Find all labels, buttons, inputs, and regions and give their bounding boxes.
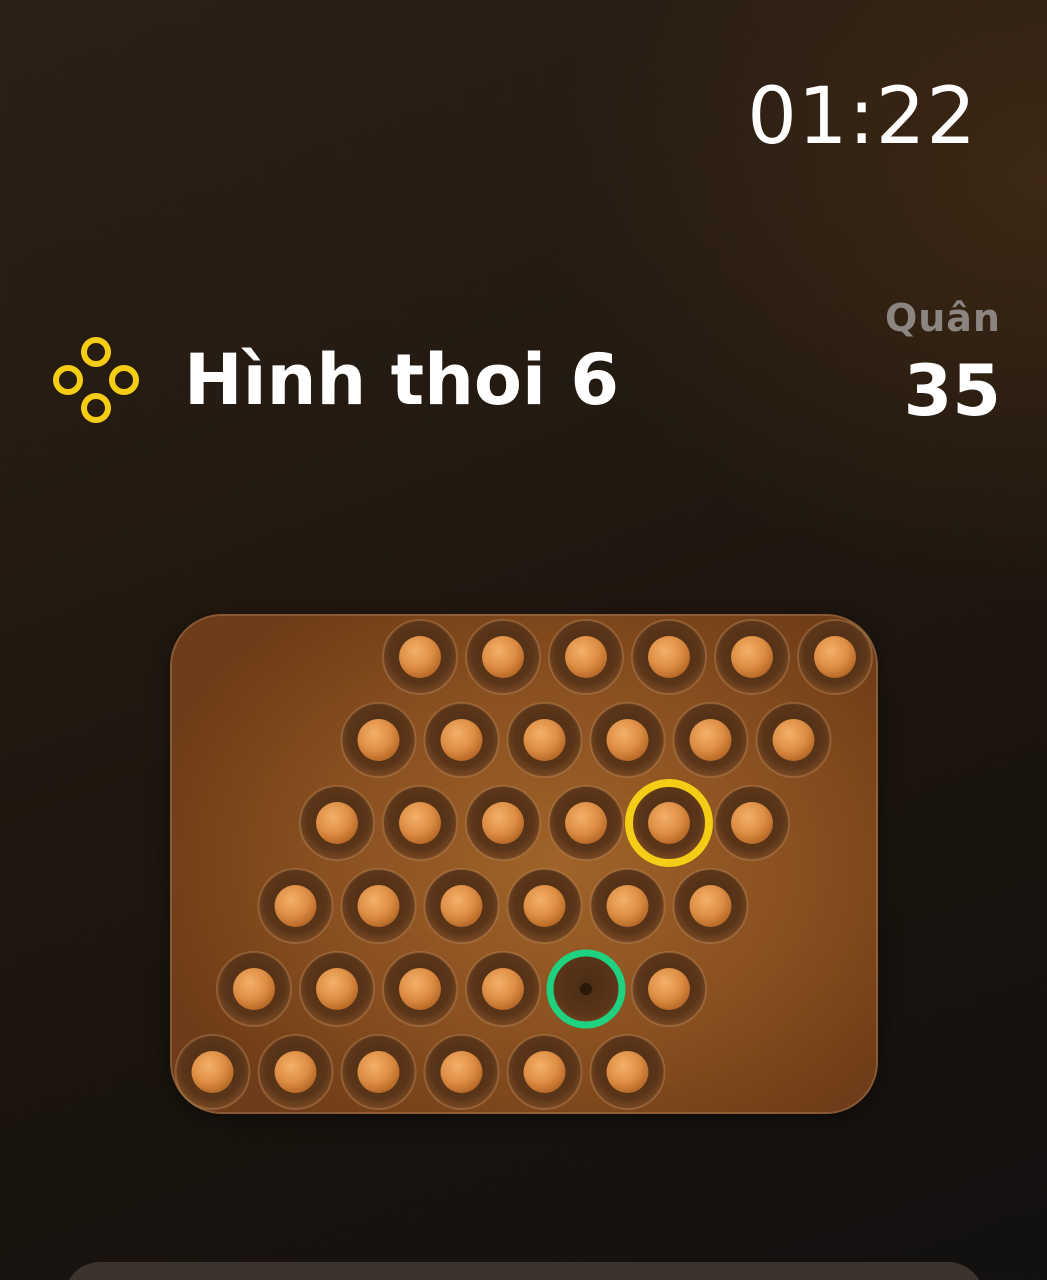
peg[interactable] [589, 702, 666, 778]
peg[interactable] [257, 1034, 334, 1110]
peg[interactable] [672, 868, 749, 944]
peg[interactable] [548, 785, 624, 861]
peg[interactable] [340, 1034, 417, 1110]
peg[interactable] [257, 868, 334, 944]
peg[interactable] [714, 785, 790, 861]
peg[interactable] [299, 785, 375, 861]
peg[interactable] [382, 951, 458, 1027]
peg[interactable] [423, 702, 500, 778]
peg[interactable] [506, 868, 583, 944]
peg[interactable] [755, 702, 832, 778]
board-grid [174, 619, 873, 1110]
peg[interactable] [465, 951, 541, 1027]
peg[interactable] [506, 702, 583, 778]
peg[interactable] [340, 702, 417, 778]
peg[interactable] [340, 868, 417, 944]
peg[interactable] [714, 619, 790, 695]
puzzle-title: Hình thoi 6 [184, 339, 620, 421]
peg[interactable] [216, 951, 292, 1027]
peg[interactable] [423, 868, 500, 944]
peg[interactable] [631, 619, 707, 695]
peg[interactable] [382, 785, 458, 861]
peg[interactable] [625, 779, 713, 867]
peg[interactable] [672, 702, 749, 778]
pieces-counter: Quân 35 [885, 296, 1001, 432]
peg[interactable] [797, 619, 873, 695]
game-board[interactable] [170, 614, 878, 1114]
pieces-count: 35 [903, 350, 1001, 432]
puzzle-header: Hình thoi 6 [48, 330, 619, 430]
pieces-label: Quân [884, 296, 1001, 340]
peg[interactable] [465, 619, 541, 695]
four-rings-icon [53, 337, 139, 423]
peg[interactable] [631, 951, 707, 1027]
peg[interactable] [299, 951, 375, 1027]
peg[interactable] [506, 1034, 583, 1110]
peg[interactable] [465, 785, 541, 861]
peg[interactable] [548, 619, 624, 695]
bottom-panel [64, 1262, 984, 1280]
clock: 01:22 [747, 72, 977, 162]
peg[interactable] [382, 619, 458, 695]
peg[interactable] [589, 868, 666, 944]
peg[interactable] [174, 1034, 251, 1110]
peg[interactable] [423, 1034, 500, 1110]
peg[interactable] [589, 1034, 666, 1110]
empty-hole[interactable] [546, 949, 626, 1029]
